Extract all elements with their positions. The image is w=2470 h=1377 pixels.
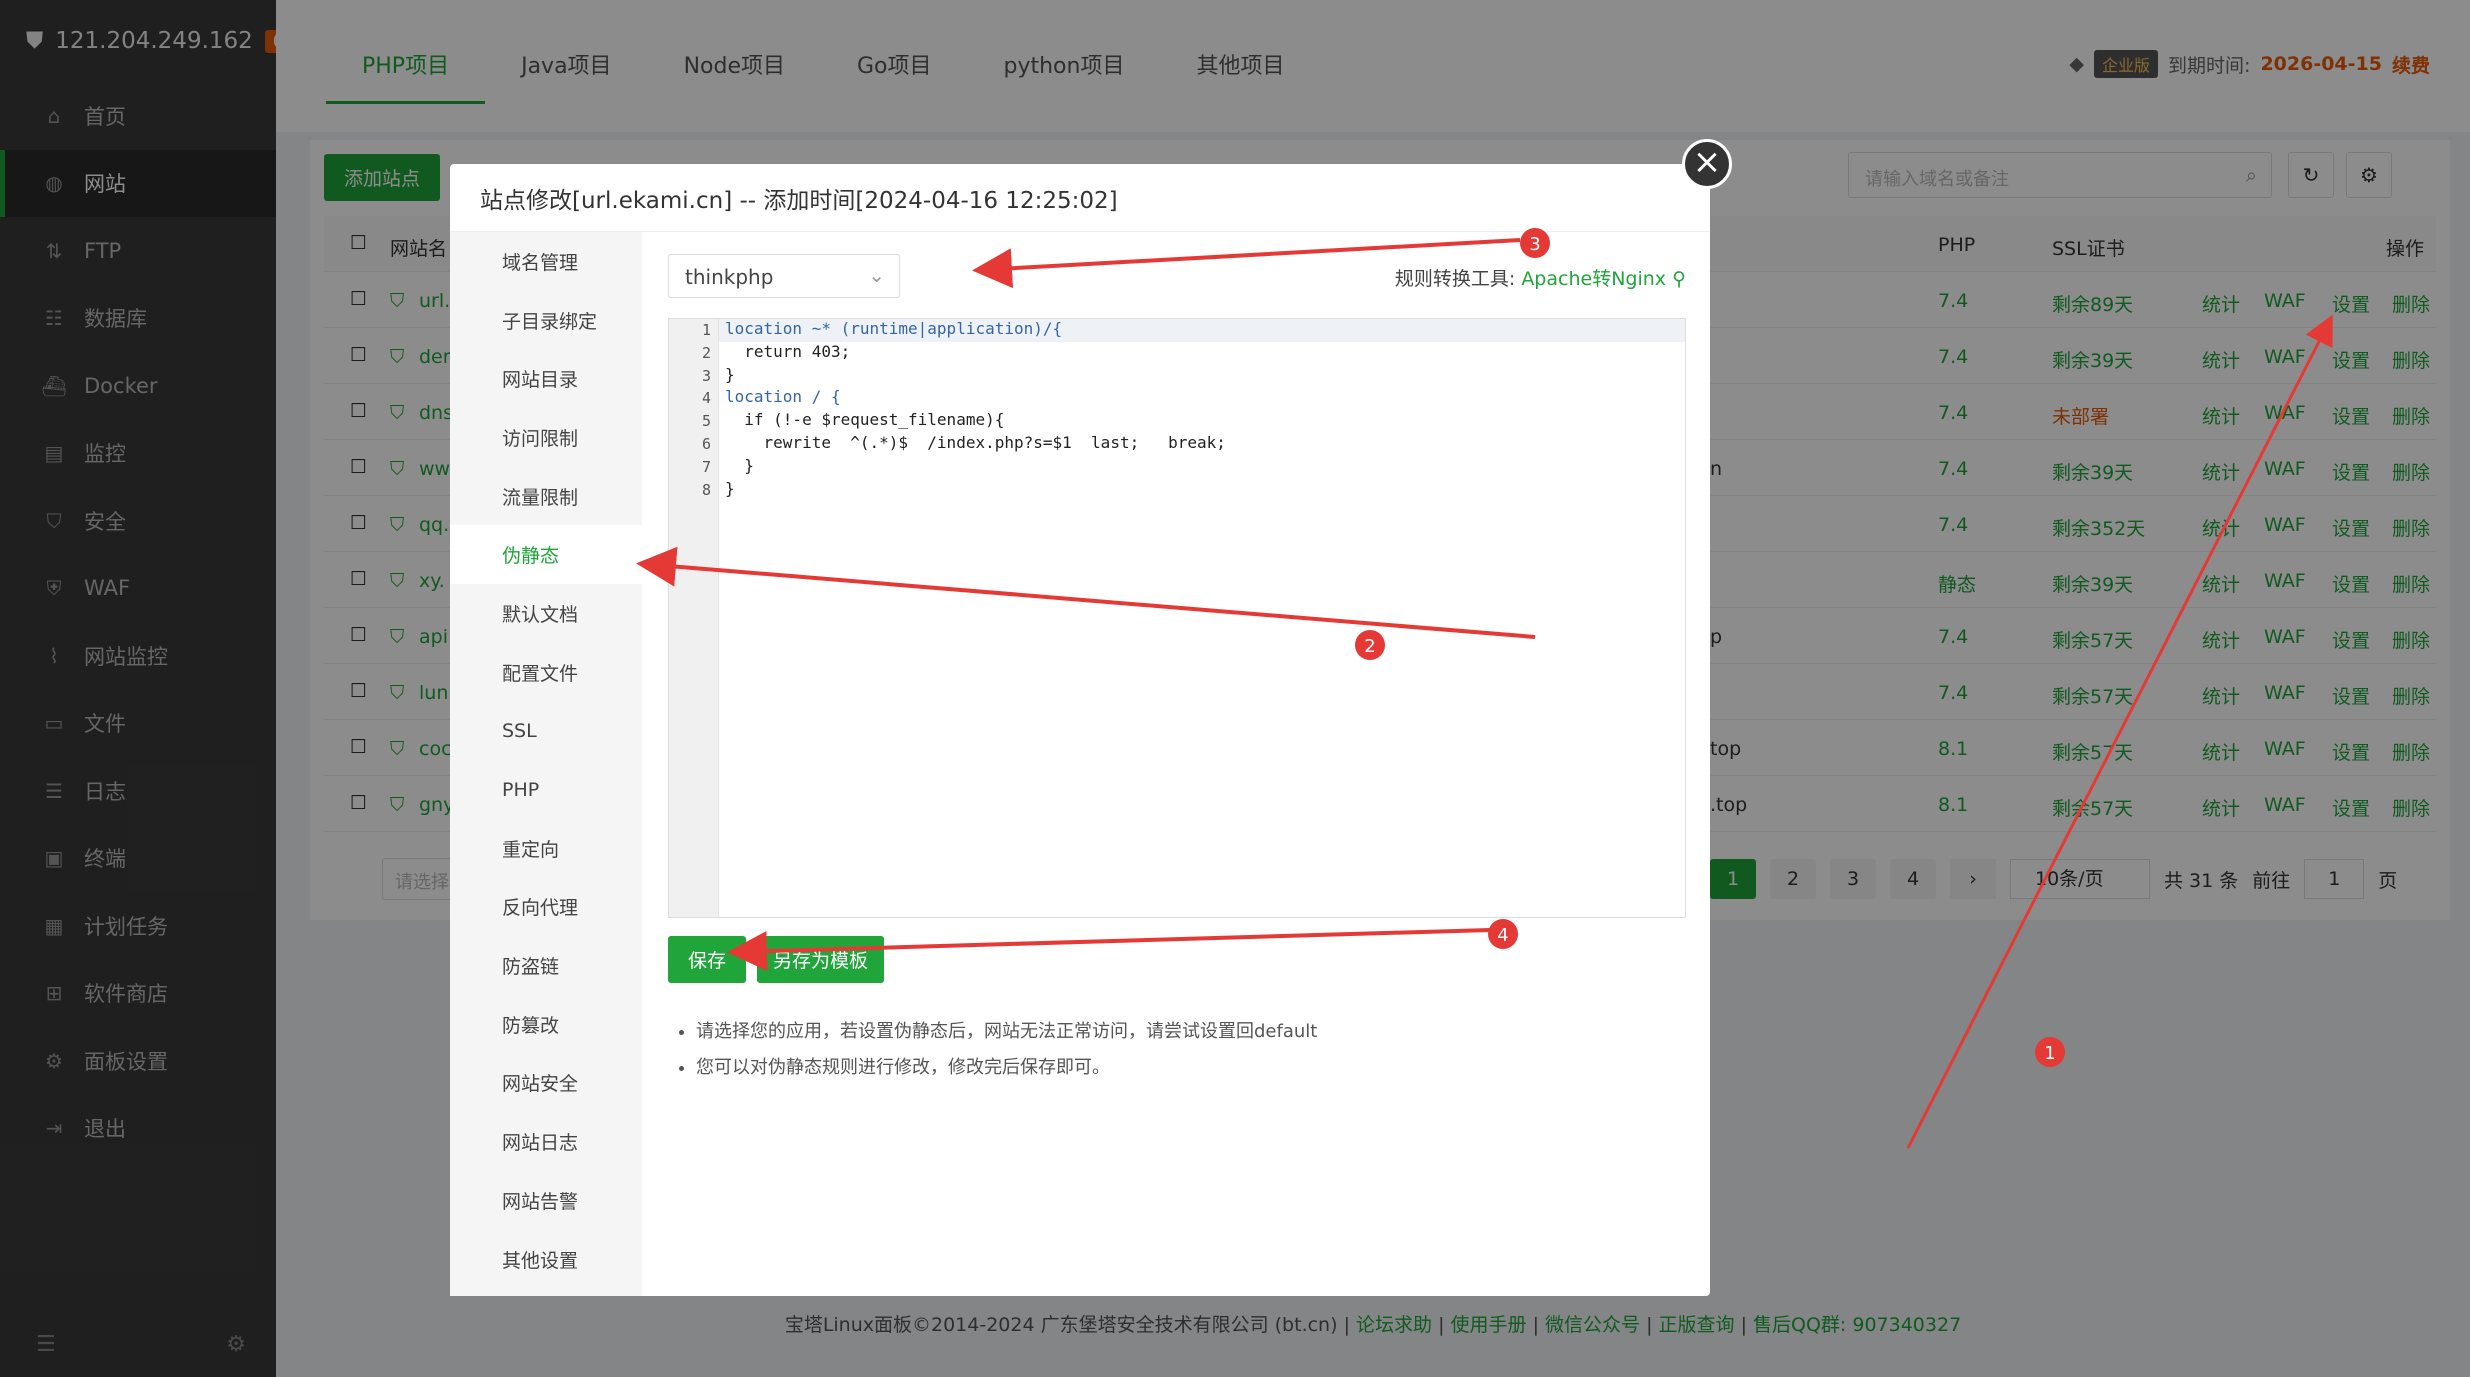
modal-nav-item-5[interactable]: 伪静态: [450, 525, 642, 585]
line-number: 5: [701, 412, 711, 431]
line-number: 4: [701, 389, 711, 408]
help-note: 请选择您的应用，若设置伪静态后，网站无法正常访问，请尝试设置回default: [696, 1014, 1317, 1050]
modal-nav-item-2[interactable]: 网站目录: [450, 349, 642, 408]
code-editor[interactable]: 1 2 3 4 5 6 7 8 location ~* (runtime|applicatio…: [668, 318, 1686, 918]
modal-nav-item-0[interactable]: 域名管理: [450, 232, 642, 291]
site-edit-modal: 站点修改[url.ekami.cn] -- 添加时间[2024-04-16 12…: [450, 139, 1732, 1296]
rewrite-template-select[interactable]: thinkphp ⌄: [668, 254, 900, 298]
close-icon[interactable]: ×: [1682, 139, 1732, 189]
line-number: 2: [701, 343, 711, 362]
modal-nav-item-9[interactable]: PHP: [450, 760, 642, 819]
modal-nav-item-3[interactable]: 访问限制: [450, 408, 642, 467]
line-number: 8: [701, 480, 711, 499]
modal-nav-item-11[interactable]: 反向代理: [450, 878, 642, 937]
line-number: 7: [701, 457, 711, 476]
modal-nav-item-13[interactable]: 防篡改: [450, 995, 642, 1054]
code-line[interactable]: location / {: [719, 387, 1685, 410]
tool-label: 规则转换工具:: [1394, 268, 1516, 290]
modal-nav-item-1[interactable]: 子目录绑定: [450, 291, 642, 350]
modal-nav: 域名管理 子目录绑定 网站目录 访问限制 流量限制 伪静态 默认文档 配置文件 SSL PHP 重定…: [450, 232, 642, 1296]
select-value: thinkphp: [685, 265, 774, 289]
modal-nav-item-15[interactable]: 网站日志: [450, 1112, 642, 1171]
code-line[interactable]: if (!-e $request_filename){: [719, 410, 1685, 433]
modal-nav-item-12[interactable]: 防盗链: [450, 936, 642, 995]
modal-nav-item-8[interactable]: SSL: [450, 702, 642, 761]
save-as-template-button[interactable]: 另存为模板: [757, 936, 885, 983]
save-button[interactable]: 保存: [668, 936, 747, 983]
modal-title: 站点修改[url.ekami.cn] -- 添加时间[2024-04-16 12…: [450, 164, 1710, 232]
modal-nav-item-6[interactable]: 默认文档: [450, 584, 642, 643]
line-number: 3: [701, 366, 711, 385]
code-line[interactable]: }: [719, 365, 1685, 388]
code-line[interactable]: return 403;: [719, 342, 1685, 365]
line-number: 6: [701, 435, 711, 453]
code-line[interactable]: rewrite ^(.*)$ /index.php?s=$1 last; bre…: [719, 433, 1685, 456]
link-icon: ⚲: [1672, 268, 1686, 290]
code-line[interactable]: }: [719, 479, 1685, 502]
chevron-down-icon: ⌄: [868, 263, 885, 287]
convert-tool: 规则转换工具: Apache转Nginx ⚲: [1395, 264, 1686, 291]
line-number: 1: [701, 321, 711, 339]
modal-nav-item-10[interactable]: 重定向: [450, 819, 642, 878]
modal-nav-item-7[interactable]: 配置文件: [450, 643, 642, 702]
line-gutter: 1 2 3 4 5 6 7 8: [669, 319, 719, 917]
apache-to-nginx-link[interactable]: Apache转Nginx: [1521, 268, 1666, 290]
modal-nav-item-17[interactable]: 其他设置: [450, 1230, 642, 1289]
code-line[interactable]: location ~* (runtime|application)/{: [719, 319, 1685, 342]
code-line[interactable]: }: [719, 456, 1685, 479]
modal-nav-item-14[interactable]: 网站安全: [450, 1054, 642, 1113]
modal-nav-item-4[interactable]: 流量限制: [450, 467, 642, 526]
help-note: 您可以对伪静态规则进行修改，修改完后保存即可。: [696, 1050, 1317, 1086]
modal-nav-item-16[interactable]: 网站告警: [450, 1171, 642, 1230]
